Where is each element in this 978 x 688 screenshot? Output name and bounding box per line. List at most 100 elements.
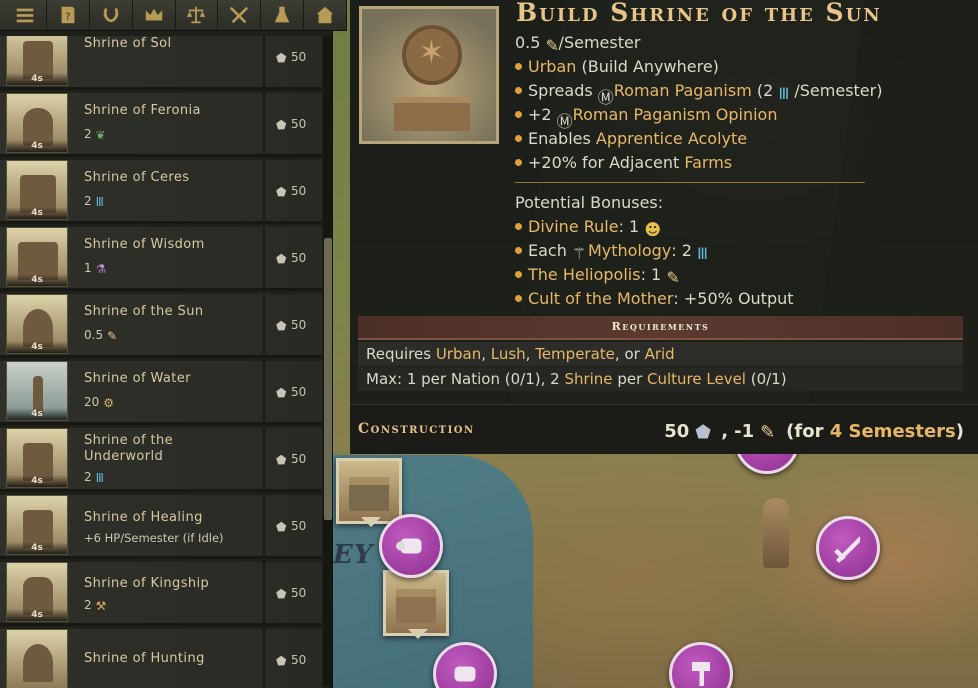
religion-icon: Ⅲ [95, 470, 104, 485]
tooltip-title: Build Shrine of the Sun [516, 0, 882, 27]
building-thumbnail: 4s [6, 36, 68, 86]
stone-icon: ⬟ [276, 117, 287, 132]
scroll-icon [454, 666, 476, 682]
build-time: 4s [7, 475, 67, 487]
map-construction-tile[interactable] [336, 458, 402, 527]
building-cost: ⬟ 50 [276, 586, 307, 601]
list-item[interactable]: 4s Shrine of Wisdom 1 ⚗ ⬟ 50 [0, 227, 322, 291]
sword-icon [834, 536, 860, 563]
requirements-header: Requirements [358, 316, 963, 340]
unit-badge-hammer[interactable] [669, 642, 733, 688]
stone-icon: ⬟ [276, 653, 287, 668]
top-toolbar: ? [0, 0, 347, 31]
crossed-swords-icon [230, 6, 249, 24]
building-tooltip: Build Shrine of the Sun 0.5 ✎/Semester U… [350, 0, 978, 454]
list-item[interactable]: 4s Shrine of Feronia 2 ❦ ⬟ 50 [0, 93, 322, 157]
building-yield: 20 ⚙ [84, 395, 116, 410]
menu-button[interactable] [4, 0, 47, 31]
building-thumbnail: 4s [6, 294, 68, 354]
research-button[interactable] [261, 0, 305, 31]
list-item[interactable]: 4s Shrine of the Sun 0.5 ✎ ⬟ 50 [0, 294, 322, 358]
religion-icon: Ⅲ [697, 244, 709, 263]
building-cost: ⬟ 50 [276, 184, 307, 199]
build-time: 4s [7, 274, 67, 286]
unit-badge-scroll[interactable] [379, 514, 443, 578]
building-thumbnail: 4s [6, 562, 68, 622]
building-yield: 2 ❦ [84, 127, 109, 142]
scroll-icon: ✎ [107, 328, 118, 343]
bonus-cult-of-the-mother: Cult of the Mother: +50% Output [515, 289, 794, 308]
home-icon [316, 6, 334, 24]
building-list: 4s Shrine of Sol ⬟ 50 4s Shrine of Feroni… [0, 36, 322, 688]
home-button[interactable] [304, 0, 347, 31]
bullet-adjacent: +20% for Adjacent Farms [515, 153, 732, 172]
build-time: 4s [7, 207, 67, 219]
stone-icon: ⬟ [695, 421, 711, 443]
happiness-icon: ☻ [644, 220, 662, 239]
building-list-panel: ? 4s Shrine of Sol ⬟ 50 4s Shrine of Fero… [0, 0, 347, 688]
building-yield: +6 HP/Semester (if Idle) [84, 531, 224, 545]
list-item[interactable]: 4s Shrine of Sol ⬟ 50 [0, 36, 322, 90]
building-artwork [359, 6, 499, 144]
building-name: Shrine of Kingship [84, 576, 210, 591]
building-cost: ⬟ 50 [276, 50, 307, 65]
list-item[interactable]: 4s Shrine of Kingship 2 ⚒ ⬟ 50 [0, 562, 322, 626]
scroll-icon [396, 538, 422, 554]
building-name: Shrine of Hunting [84, 651, 205, 666]
stone-icon: ⬟ [276, 184, 287, 199]
building-cost: ⬟ 50 [276, 251, 307, 266]
construction-cost: 50 ⬟, -1 ✎ (for 4 Semesters) [664, 421, 964, 443]
construction-label: Construction [358, 421, 475, 437]
build-time: 4s [7, 408, 67, 420]
build-time: 4s [7, 341, 67, 353]
building-name: Shrine of the Underworld [84, 433, 174, 464]
build-time: 4s [7, 73, 67, 85]
building-name: Shrine of the Sun [84, 304, 204, 319]
bullet-enables: Enables Apprentice Acolyte [515, 129, 747, 148]
scrollbar-thumb[interactable] [324, 238, 332, 520]
list-item[interactable]: 4s Shrine of the Underworld 2Ⅲ ⬟ 50 [0, 428, 322, 492]
bonus-heliopolis: The Heliopolis: 1 ✎ [515, 265, 680, 287]
menu-icon [16, 8, 34, 23]
gear-icon: ⚙ [103, 395, 115, 410]
military-button[interactable] [218, 0, 262, 31]
crown-button[interactable] [133, 0, 176, 31]
requirement-terrain: Requires Urban, Lush, Temperate, or Arid [358, 342, 963, 366]
stone-icon: ⬟ [276, 251, 287, 266]
stone-icon: ⬟ [276, 385, 287, 400]
diplomacy-button[interactable] [176, 0, 219, 31]
building-thumbnail: 4s [6, 227, 68, 287]
building-yield: 0.5 ✎ [84, 328, 120, 343]
religion-icon: Ⅲ [778, 84, 790, 103]
unit-badge-sword[interactable] [816, 516, 880, 580]
map-construction-tile[interactable] [383, 570, 449, 639]
scroll-icon: ✎ [666, 268, 680, 287]
building-cost: ⬟ 50 [276, 653, 307, 668]
religion-symbol-icon: Ⓜ [597, 88, 614, 107]
building-name: Shrine of Ceres [84, 170, 190, 185]
scroll-icon: ✎ [760, 421, 776, 443]
potential-bonuses-label: Potential Bonuses: [515, 193, 664, 212]
building-cost: ⬟ 50 [276, 452, 307, 467]
hammer-icon: ⚒ [95, 598, 107, 613]
laurel-button[interactable] [90, 0, 133, 31]
section-divider [515, 182, 865, 183]
building-yield: 2 ⚒ [84, 598, 109, 613]
building-name: Shrine of Feronia [84, 103, 201, 118]
civilopedia-icon: ? [61, 6, 75, 24]
building-thumbnail: 4s [6, 428, 68, 488]
list-item[interactable]: 4s Shrine of Healing +6 HP/Semester (if … [0, 495, 322, 559]
building-yield: 1 ⚗ [84, 261, 109, 276]
build-time: 4s [7, 609, 67, 621]
list-item[interactable]: 4s Shrine of Water 20 ⚙ ⬟ 50 [0, 361, 322, 425]
mythology-icon: ⚚ [571, 244, 587, 263]
civilopedia-button[interactable]: ? [47, 0, 90, 31]
build-time: 4s [7, 140, 67, 152]
scroll-icon: ✎ [545, 36, 559, 55]
construction-bar: Construction 50 ⬟, -1 ✎ (for 4 Semesters) [350, 404, 978, 454]
bullet-urban: Urban (Build Anywhere) [515, 57, 719, 76]
building-name: Shrine of Sol [84, 36, 172, 51]
list-item[interactable]: 4s Shrine of Ceres 2Ⅲ ⬟ 50 [0, 160, 322, 224]
list-item[interactable]: Shrine of Hunting ⬟ 50 [0, 629, 322, 688]
building-thumbnail [6, 629, 68, 688]
